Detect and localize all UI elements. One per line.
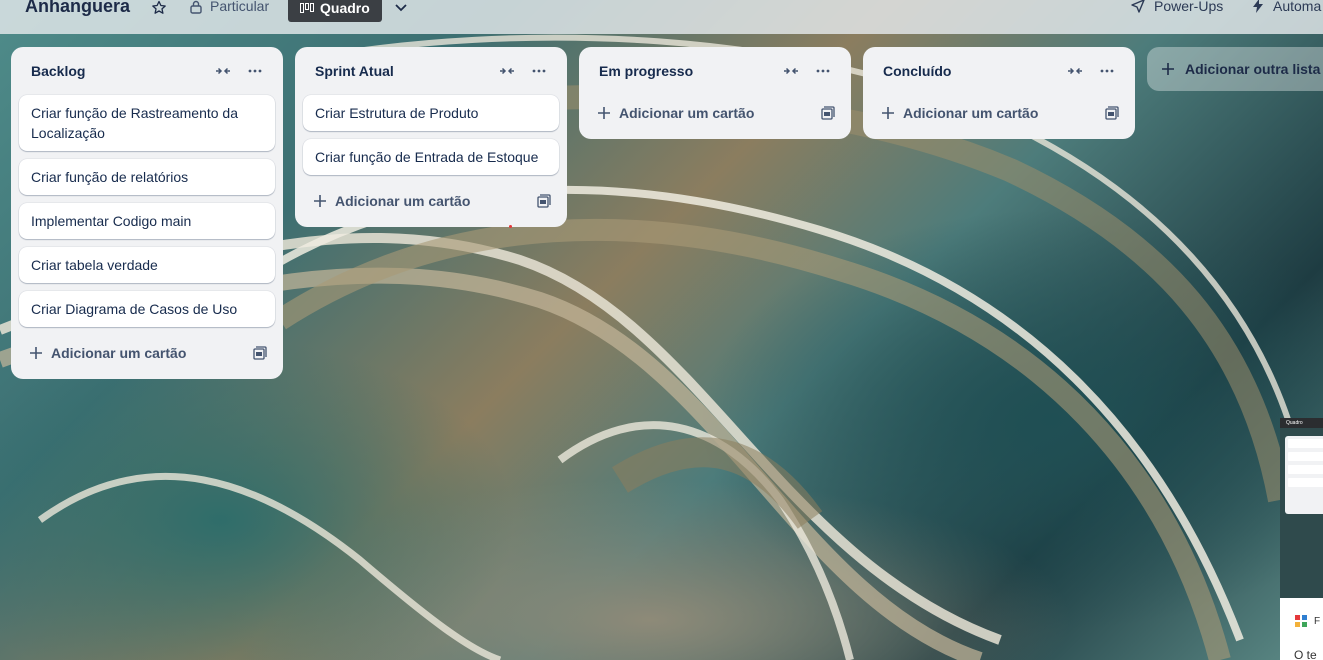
thumbnail-text: F: [1314, 616, 1321, 627]
add-card-button[interactable]: Adicionar um cartão: [871, 95, 1127, 131]
add-card-label: Adicionar um cartão: [619, 105, 755, 121]
card[interactable]: Implementar Codigo main: [19, 203, 275, 239]
board-view-button[interactable]: Quadro: [288, 0, 382, 22]
add-card-button[interactable]: Adicionar um cartão: [587, 95, 843, 131]
chevron-down-icon[interactable]: [393, 0, 409, 16]
powerups-label: Power-Ups: [1154, 0, 1224, 14]
card-template-icon[interactable]: [1105, 106, 1119, 120]
thumbnail-list: [1285, 436, 1323, 514]
more-icon[interactable]: [1099, 64, 1115, 78]
card[interactable]: Criar Diagrama de Casos de Uso: [19, 291, 275, 327]
add-card-button[interactable]: Adicionar um cartão: [19, 335, 275, 371]
card-template-icon[interactable]: [253, 346, 267, 360]
collapse-list-icon[interactable]: [215, 64, 231, 78]
automation-label: Automa: [1273, 0, 1322, 14]
thumbnail-card: [1288, 452, 1323, 461]
collapse-list-icon[interactable]: [499, 64, 515, 78]
card-template-icon[interactable]: [821, 106, 835, 120]
thumbnail-card: [1288, 478, 1323, 487]
add-list-button[interactable]: Adicionar outra lista: [1147, 47, 1323, 91]
list-header[interactable]: Concluído: [871, 47, 1127, 95]
collapse-list-icon[interactable]: [1067, 64, 1083, 78]
add-card-label: Adicionar um cartão: [51, 345, 187, 361]
list-sprint-atual: Sprint Atual Criar Estrutura de Produto …: [295, 47, 567, 227]
window-thumbnail[interactable]: Quadro: [1280, 418, 1323, 598]
card[interactable]: Criar função de Rastreamento da Localiza…: [19, 95, 275, 151]
plus-icon: [1162, 63, 1174, 75]
board-view-icon: [300, 3, 314, 13]
list-em-progresso: Em progresso Adicionar um cartão: [579, 47, 851, 139]
plus-icon: [30, 347, 42, 359]
board-view-label: Quadro: [320, 0, 370, 16]
card-template-icon[interactable]: [537, 194, 551, 208]
collapse-list-icon[interactable]: [783, 64, 799, 78]
automation-button[interactable]: Automa: [1253, 0, 1321, 14]
add-card-label: Adicionar um cartão: [903, 105, 1039, 121]
cursor-dot: [509, 225, 512, 228]
powerups-button[interactable]: Power-Ups: [1131, 0, 1223, 14]
thumbnail-card: [1288, 439, 1323, 448]
add-list-label: Adicionar outra lista: [1185, 61, 1321, 77]
board-header: Anhanguera Particular Quadro Power-Ups A…: [0, 0, 1323, 34]
list-title[interactable]: Concluído: [883, 63, 951, 79]
list-header[interactable]: Backlog: [19, 47, 275, 95]
lightning-icon: [1253, 0, 1263, 13]
card[interactable]: Criar função de relatórios: [19, 159, 275, 195]
card[interactable]: Criar tabela verdade: [19, 247, 275, 283]
card[interactable]: Criar Estrutura de Produto: [303, 95, 559, 131]
thumbnail-footer[interactable]: F O te: [1280, 598, 1323, 660]
more-icon[interactable]: [531, 64, 547, 78]
list-header[interactable]: Sprint Atual: [303, 47, 559, 95]
plus-icon: [882, 107, 894, 119]
visibility-button[interactable]: Particular: [210, 0, 269, 14]
rocket-icon: [1131, 0, 1145, 13]
list-title[interactable]: Sprint Atual: [315, 63, 394, 79]
star-icon[interactable]: [151, 0, 167, 16]
list-title[interactable]: Em progresso: [599, 63, 693, 79]
board-title[interactable]: Anhanguera: [25, 0, 130, 17]
app-icon: [1295, 615, 1307, 627]
thumbnail-card: [1288, 465, 1323, 474]
list-concluido: Concluído Adicionar um cartão: [863, 47, 1135, 139]
add-card-button[interactable]: Adicionar um cartão: [303, 183, 559, 219]
plus-icon: [314, 195, 326, 207]
more-icon[interactable]: [247, 64, 263, 78]
list-header[interactable]: Em progresso: [587, 47, 843, 95]
more-icon[interactable]: [815, 64, 831, 78]
list-title[interactable]: Backlog: [31, 63, 85, 79]
add-card-label: Adicionar um cartão: [335, 193, 471, 209]
lock-icon: [190, 0, 202, 14]
card[interactable]: Criar função de Entrada de Estoque: [303, 139, 559, 175]
list-backlog: Backlog Criar função de Rastreamento da …: [11, 47, 283, 379]
plus-icon: [598, 107, 610, 119]
thumbnail-text-2: O te: [1294, 648, 1317, 660]
thumbnail-title: Quadro: [1280, 418, 1323, 428]
